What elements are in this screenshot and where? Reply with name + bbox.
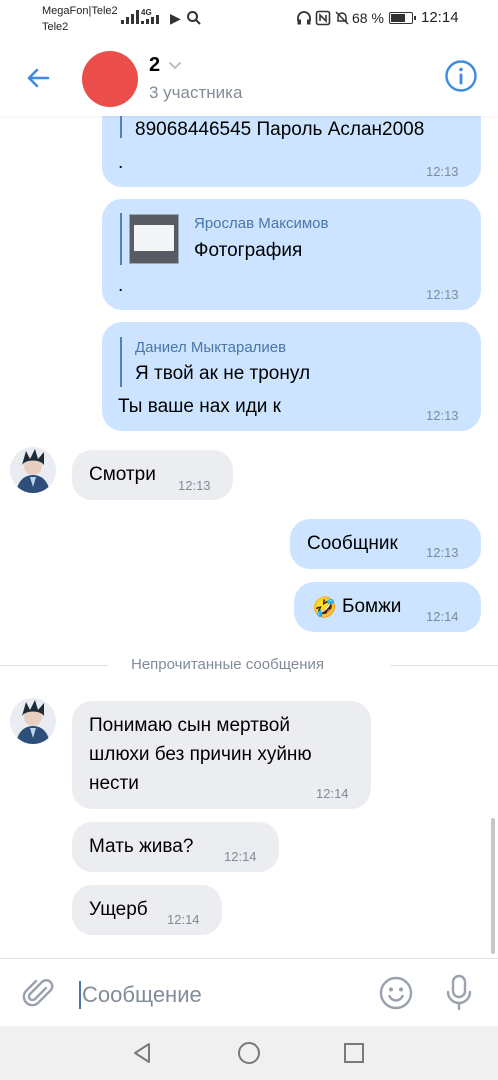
microphone-icon <box>446 974 472 1011</box>
message-bubble-in[interactable]: Понимаю сын мертвой шлюхи без причин хуй… <box>72 701 371 809</box>
message-text: Смотри <box>89 464 156 485</box>
message-bubble-out[interactable]: Сообщник 12:13 <box>290 519 481 569</box>
voice-button[interactable] <box>442 973 476 1013</box>
chat-avatar[interactable] <box>82 51 138 107</box>
signal-icon-2 <box>141 15 159 24</box>
message-bubble-in[interactable]: Ущерб 12:14 <box>72 885 222 935</box>
quote-author[interactable]: Даниел Мыктаралиев <box>135 339 286 356</box>
message-time: 12:14 <box>224 849 257 864</box>
message-time: 12:13 <box>426 408 459 423</box>
nav-back-icon[interactable] <box>131 1042 153 1064</box>
message-text: Сообщник <box>307 533 398 554</box>
attach-button[interactable] <box>22 976 56 1010</box>
message-time: 12:14 <box>316 786 349 801</box>
carrier-primary: MegaFon|Tele2 <box>42 5 118 17</box>
message-line: нести <box>89 773 139 794</box>
back-button[interactable] <box>22 62 54 94</box>
chat-title[interactable]: 2 <box>149 54 160 77</box>
separator-line <box>0 665 108 666</box>
message-time: 12:13 <box>426 545 459 560</box>
unread-separator: Непрочитанные сообщения <box>131 656 324 673</box>
message-text: Ущерб <box>89 899 148 920</box>
emoji-icon: 🤣 <box>312 597 337 619</box>
quote-bar <box>120 116 122 138</box>
headphones-icon <box>296 10 312 29</box>
message-extra: . <box>118 275 124 296</box>
battery-icon <box>389 12 416 24</box>
message-bubble-in[interactable]: Смотри 12:13 <box>72 450 233 500</box>
message-time: 12:13 <box>178 478 211 493</box>
avatar[interactable] <box>10 698 56 744</box>
user-avatar-image <box>10 698 56 744</box>
message-text: Бомжи <box>342 596 402 617</box>
search-icon <box>186 10 202 29</box>
emoji-button[interactable] <box>378 975 414 1011</box>
carrier-secondary: Tele2 <box>42 21 69 33</box>
scrollbar[interactable] <box>491 818 495 954</box>
info-button[interactable] <box>444 59 478 93</box>
message-input[interactable]: Сообщение <box>82 982 202 1008</box>
avatar[interactable] <box>10 447 56 493</box>
quote-text: Фотография <box>194 240 303 261</box>
message-line: шлюхи без причин хуйню <box>89 744 312 765</box>
nav-recents-icon[interactable] <box>343 1042 365 1064</box>
quote-text: Я твой ак не тронул <box>135 363 311 384</box>
play-icon: ▶ <box>170 10 181 26</box>
quote-bar <box>120 213 122 265</box>
message-line: Понимаю сын мертвой <box>89 715 290 736</box>
message-text: Ты ваше нах иди к <box>118 396 281 417</box>
status-bar: MegaFon|Tele2 Tele2 4G ▶ 68 % 12:14 <box>0 0 498 38</box>
chat-members-count: 3 участника <box>149 83 243 102</box>
message-time: 12:14 <box>167 912 200 927</box>
arrow-left-icon <box>27 68 50 88</box>
mute-bell-icon <box>334 10 350 29</box>
separator-line <box>390 665 498 666</box>
user-avatar-image <box>10 447 56 493</box>
battery-percent: 68 % <box>352 10 384 26</box>
info-icon <box>445 60 477 92</box>
message-time: 12:13 <box>426 287 459 302</box>
quote-author[interactable]: Ярослав Максимов <box>194 215 329 232</box>
message-composer: Сообщение <box>0 958 498 1026</box>
chevron-down-icon[interactable] <box>168 61 182 71</box>
nav-home-icon[interactable] <box>237 1041 261 1065</box>
message-text: 89068446545 Пароль Аслан2008 <box>135 119 425 140</box>
nfc-icon <box>315 10 331 29</box>
message-bubble-in[interactable]: Мать жива? 12:14 <box>72 822 279 872</box>
smiley-icon <box>379 976 413 1010</box>
message-bubble-out[interactable]: 🤣 Бомжи 12:14 <box>294 582 481 632</box>
message-extra: . <box>118 152 124 173</box>
signal-icon <box>121 10 139 24</box>
system-nav-bar <box>0 1026 498 1080</box>
message-text: Мать жива? <box>89 836 194 857</box>
photo-thumbnail[interactable] <box>129 214 179 264</box>
chat-header: 2 3 участника <box>0 38 498 116</box>
message-time: 12:13 <box>426 164 459 179</box>
status-time: 12:14 <box>421 9 459 26</box>
message-time: 12:14 <box>426 609 459 624</box>
paperclip-icon <box>22 979 54 1007</box>
quote-bar <box>120 337 122 387</box>
message-bubble-out[interactable]: Даниел Мыктаралиев Я твой ак не тронул Т… <box>102 322 481 431</box>
text-cursor <box>79 981 81 1009</box>
message-bubble-out[interactable]: Ярослав Максимов Фотография . 12:13 <box>102 199 481 310</box>
